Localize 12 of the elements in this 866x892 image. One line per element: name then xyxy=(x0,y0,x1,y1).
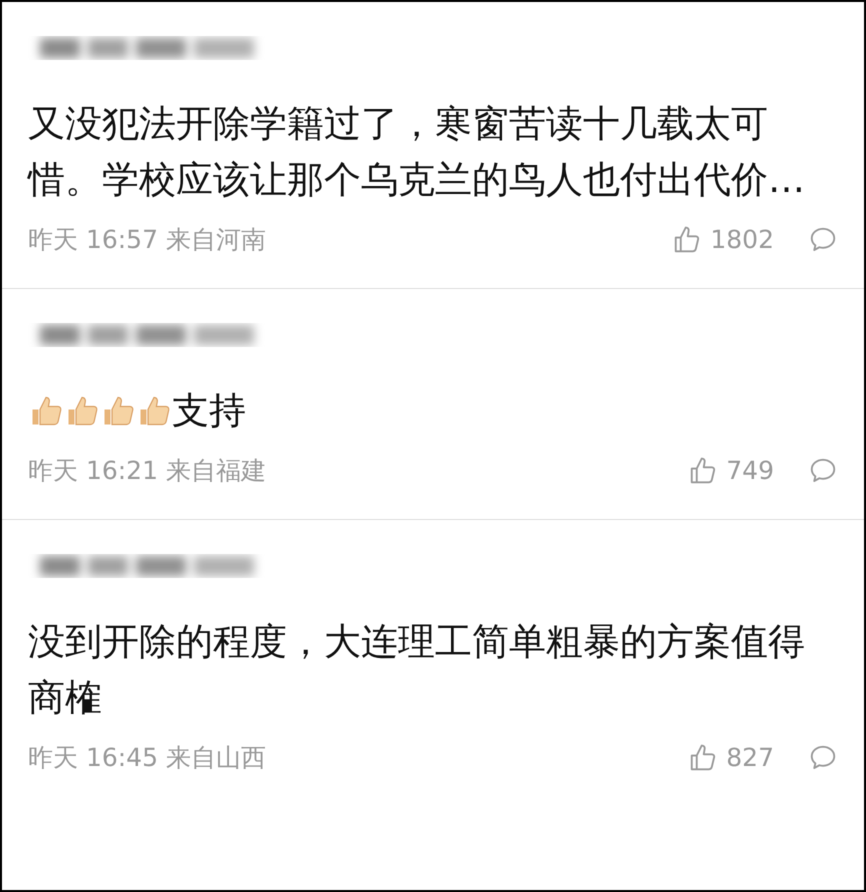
comment-text: 又没犯法开除学籍过了，寒窗苦读十几载太可惜。学校应该让那个乌克兰的鸟人也付出代价… xyxy=(28,101,806,203)
comment-time: 昨天 16:45 xyxy=(28,742,158,774)
comment-text: 没到开除的程度，大连理工简单粗暴的方案值得商榷 xyxy=(28,619,806,721)
like-count: 1802 xyxy=(710,224,774,256)
comment-location: 来自福建 xyxy=(166,455,266,488)
comment-location: 来自河南 xyxy=(166,224,266,256)
comment-location: 来自山西 xyxy=(166,742,266,774)
comment-time: 昨天 16:57 xyxy=(28,224,158,256)
like-count: 749 xyxy=(726,455,774,488)
comment-text: 支持 xyxy=(172,388,246,434)
comment-time: 昨天 16:21 xyxy=(28,455,158,488)
like-count: 827 xyxy=(726,742,774,774)
